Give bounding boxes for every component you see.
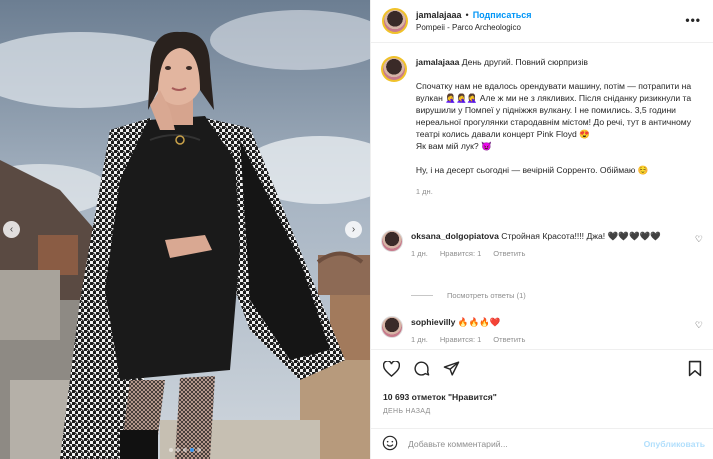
comment-text: 🔥🔥🔥❤️: [457, 317, 501, 327]
instagram-post: ‹ › jamalajaaa • Подписаться Pompeii - Par…: [0, 0, 713, 459]
comment-item: sophievilly 🔥🔥🔥❤️ 1 дн. Нравится: 1 Отве…: [381, 316, 703, 346]
add-comment-bar: Опубликовать: [371, 428, 713, 459]
carousel-next-button[interactable]: ›: [345, 221, 362, 238]
reply-button[interactable]: Ответить: [493, 334, 525, 346]
post-timestamp[interactable]: ДЕНЬ НАЗАД: [383, 408, 431, 415]
comment-time[interactable]: 1 дн.: [411, 334, 428, 346]
carousel-dot: [176, 448, 180, 452]
photo-illustration: [0, 0, 370, 459]
location-link[interactable]: Pompeii - Parco Archeologico: [416, 23, 532, 32]
header-username[interactable]: jamalajaaa: [416, 10, 462, 20]
reply-button[interactable]: Ответить: [493, 248, 525, 260]
carousel-dot-active: [190, 448, 194, 452]
comment-meta: 1 дн. Нравится: 1 Ответить: [411, 334, 681, 346]
view-replies-label[interactable]: Посмотреть ответы (1): [447, 291, 526, 300]
carousel-prev-button[interactable]: ‹: [3, 221, 20, 238]
carousel-indicator: [0, 448, 370, 452]
comment-username[interactable]: sophievilly: [411, 317, 455, 327]
caption: jamalajaaa День другий. Повний сюрпризів…: [381, 56, 703, 198]
avatar[interactable]: [381, 230, 403, 252]
comment-body: sophievilly 🔥🔥🔥❤️ 1 дн. Нравится: 1 Отве…: [411, 316, 681, 346]
caption-paragraph: Ну, і на десерт сьогодні — вечірній Сорр…: [415, 165, 649, 175]
comment-likes[interactable]: Нравится: 1: [440, 334, 481, 346]
follow-button[interactable]: Подписаться: [473, 10, 532, 20]
heart-icon[interactable]: ♡: [695, 234, 703, 245]
action-bar: 10 693 отметок "Нравится" ДЕНЬ НАЗАД: [371, 349, 713, 419]
bookmark-icon[interactable]: [686, 360, 703, 377]
comment-item: oksana_dolgopiatova Стройная Красота!!!!…: [381, 230, 703, 260]
view-replies-button[interactable]: Посмотреть ответы (1): [411, 291, 526, 300]
caption-paragraph: Спочатку нам не вдалось орендувати машин…: [415, 81, 692, 139]
post-header: jamalajaaa • Подписаться Pompeii - Parco A…: [371, 0, 713, 43]
caption-username[interactable]: jamalajaaa: [416, 57, 459, 67]
caption-time[interactable]: 1 дн.: [416, 186, 703, 198]
comment-username[interactable]: oksana_dolgopiatova: [411, 231, 499, 241]
comment-input[interactable]: [408, 439, 628, 449]
caption-question: Як вам мій лук? 😈: [415, 141, 492, 151]
comment-likes[interactable]: Нравится: 1: [440, 248, 481, 260]
comment-time[interactable]: 1 дн.: [411, 248, 428, 260]
header-separator: •: [465, 10, 469, 20]
caption-title: День другий. Повний сюрпризів: [461, 57, 588, 67]
heart-icon[interactable]: [383, 360, 400, 377]
carousel-dot: [169, 448, 173, 452]
avatar[interactable]: [382, 8, 408, 34]
likes-count[interactable]: 10 693 отметок "Нравится": [383, 392, 497, 402]
smile-icon[interactable]: [382, 435, 398, 453]
post-photo[interactable]: ‹ ›: [0, 0, 370, 459]
chevron-right-icon: ›: [351, 224, 356, 235]
comment-text: Стройная Красота!!!! Джа! 🖤🖤🖤🖤🖤: [501, 231, 662, 241]
heart-icon[interactable]: ♡: [695, 320, 703, 331]
publish-button[interactable]: Опубликовать: [644, 439, 705, 449]
comment-icon[interactable]: [413, 360, 430, 377]
comment-body: oksana_dolgopiatova Стройная Красота!!!!…: [411, 230, 681, 260]
action-icons: [383, 360, 460, 377]
comments-area[interactable]: jamalajaaa День другий. Повний сюрпризів…: [371, 44, 713, 349]
post-details-panel: jamalajaaa • Подписаться Pompeii - Parco A…: [370, 0, 713, 459]
chevron-left-icon: ‹: [9, 224, 14, 235]
carousel-dot: [197, 448, 201, 452]
caption-body: jamalajaaa День другий. Повний сюрпризів…: [416, 56, 703, 198]
header-names: jamalajaaa • Подписаться Pompeii - Parco A…: [416, 10, 532, 32]
ellipsis-icon[interactable]: •••: [685, 13, 701, 27]
replies-divider: [411, 295, 433, 296]
comment-meta: 1 дн. Нравится: 1 Ответить: [411, 248, 681, 260]
share-icon[interactable]: [443, 360, 460, 377]
avatar[interactable]: [381, 316, 403, 338]
avatar[interactable]: [381, 56, 407, 82]
carousel-dot: [183, 448, 187, 452]
